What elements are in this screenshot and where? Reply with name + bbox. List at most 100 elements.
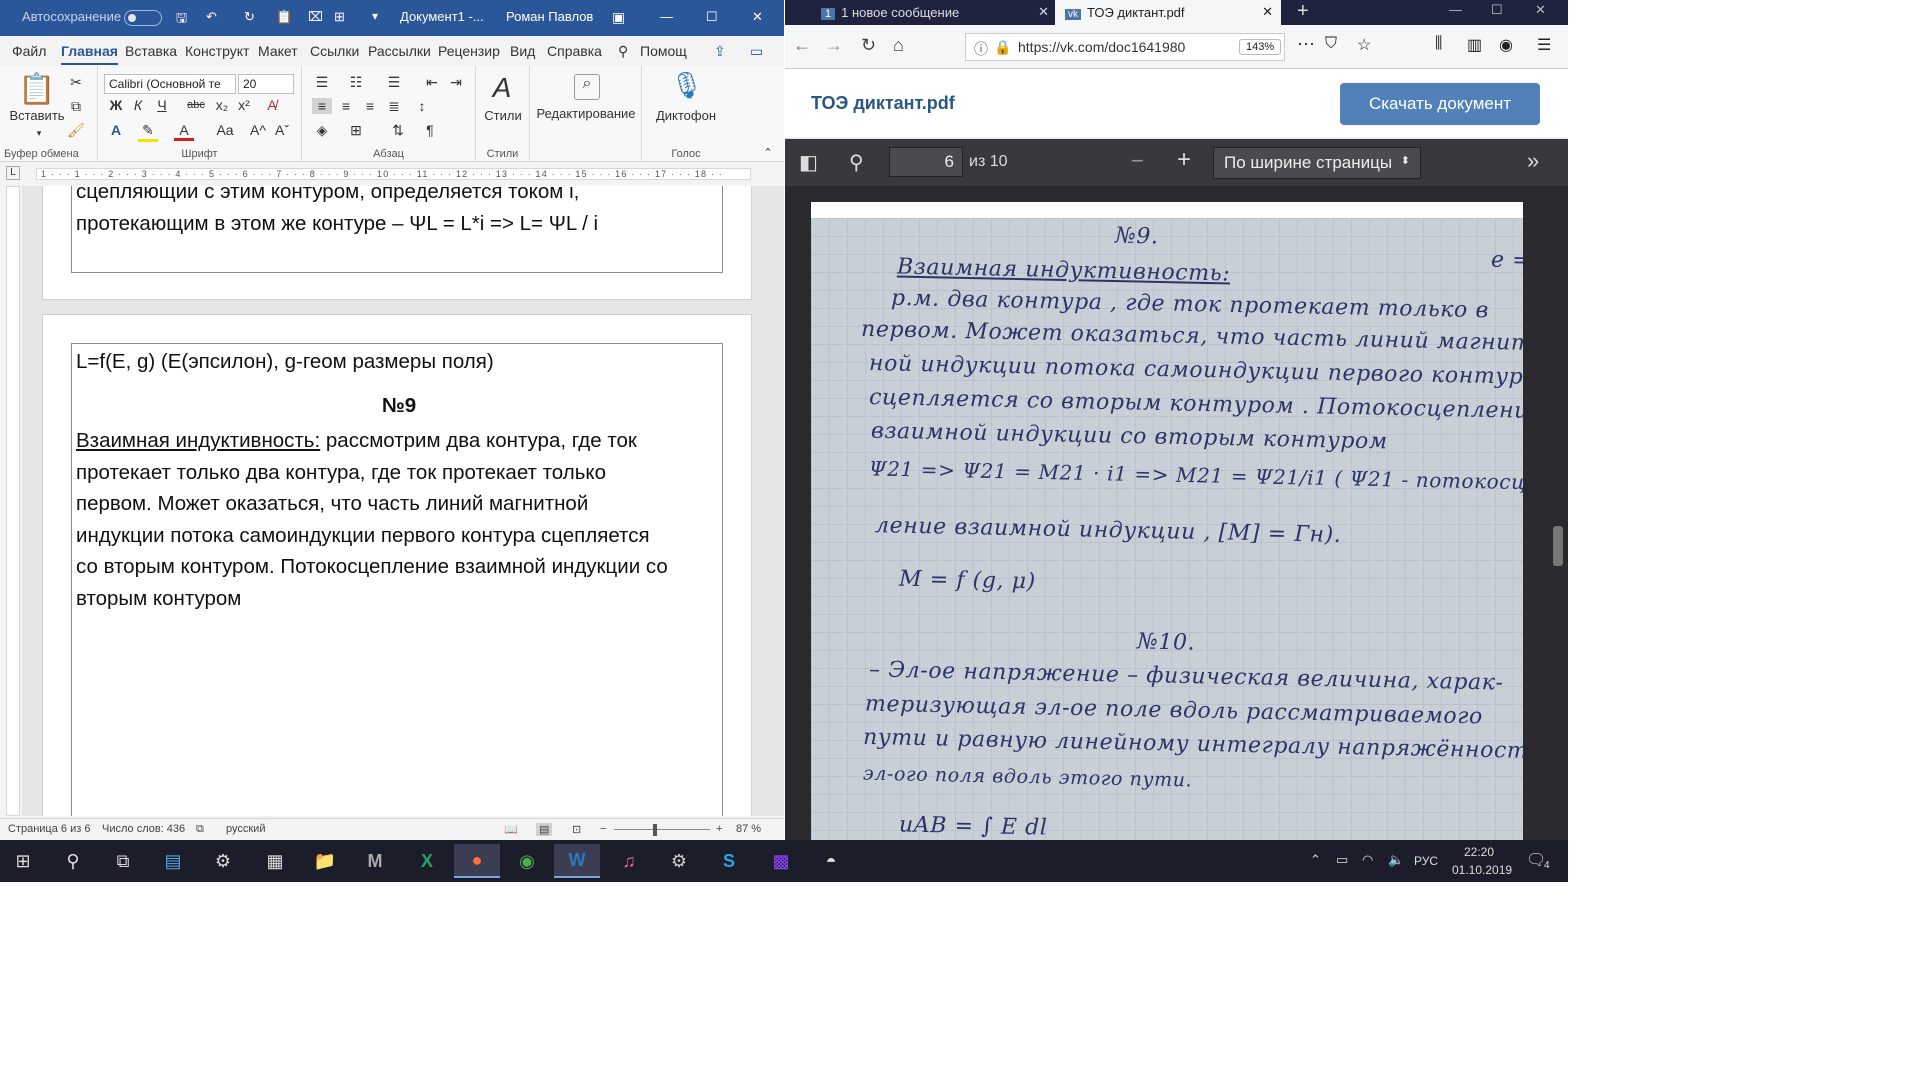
tab-file[interactable]: Файл	[12, 43, 46, 59]
tab-view[interactable]: Вид	[510, 43, 535, 59]
back-icon[interactable]: ←	[793, 35, 811, 56]
maximize-icon[interactable]: ☐	[1491, 2, 1503, 18]
shading-icon[interactable]: ◈	[312, 122, 332, 139]
browser-tab-messages[interactable]: 1 1 новое сообщение ✕	[821, 0, 1057, 25]
font-name-select[interactable]: Calibri (Основной те	[104, 74, 236, 94]
pocket-icon[interactable]: ⛉	[1325, 35, 1337, 53]
reload-icon[interactable]: ↻	[861, 35, 876, 56]
word-icon[interactable]: W	[554, 844, 600, 878]
editing-button[interactable]: Редактирование	[530, 106, 642, 121]
decrease-indent-icon[interactable]: ⇤	[422, 74, 442, 91]
justify-icon[interactable]: ≣	[384, 98, 404, 115]
bullets-icon[interactable]: ☰	[312, 74, 332, 91]
app-icon[interactable]: ◓	[808, 844, 854, 878]
text-box[interactable]: L=f(E, g) (E(эпсилон), g-геом размеры по…	[71, 343, 723, 816]
superscript-icon[interactable]: x²	[234, 97, 254, 113]
maximize-icon[interactable]: ☐	[706, 9, 718, 25]
contacts-icon[interactable]: ▤	[150, 844, 196, 878]
tab-home[interactable]: Главная	[61, 43, 118, 65]
page-actions-icon[interactable]: ···	[1297, 33, 1315, 54]
layout-icon[interactable]: ⊞	[334, 9, 345, 25]
paste-dropdown-icon[interactable]: ▾	[34, 128, 44, 139]
format-painter-icon[interactable]: 🖌	[66, 122, 86, 139]
browser-tab-pdf[interactable]: vk ТОЭ диктант.pdf ✕	[1055, 0, 1281, 25]
task-view-icon[interactable]: ⧉	[100, 844, 146, 878]
line-spacing-icon[interactable]: ↕	[412, 98, 432, 114]
text-effects-icon[interactable]: A	[106, 122, 126, 138]
clock-date[interactable]: 01.10.2019	[1452, 863, 1512, 877]
text-box[interactable]: сцепляющий с этим контуром, определяется…	[71, 186, 723, 273]
read-mode-icon[interactable]: 📖	[504, 823, 518, 836]
skype-icon[interactable]: S	[706, 844, 752, 878]
zoom-badge[interactable]: 143%	[1239, 39, 1282, 55]
format-icon[interactable]: ⌧	[308, 9, 323, 25]
tools-icon[interactable]: »	[1527, 148, 1539, 174]
zoom-level[interactable]: 87 %	[736, 823, 761, 835]
tab-references[interactable]: Ссылки	[310, 43, 359, 59]
pdf-viewer[interactable]: №9. Взаимная индуктивность: р.м. два кон…	[785, 186, 1568, 840]
account-icon[interactable]: ◉	[1499, 35, 1513, 55]
minimize-icon[interactable]: —	[660, 9, 673, 24]
font-size-select[interactable]: 20	[238, 74, 294, 94]
menu-icon[interactable]: ☰	[1537, 35, 1551, 55]
collapse-ribbon-icon[interactable]: ⌃	[758, 146, 778, 159]
clipboard-icon[interactable]: 📋	[276, 9, 292, 25]
tab-design[interactable]: Конструкт	[185, 43, 249, 59]
tab-mailings[interactable]: Рассылки	[368, 43, 431, 59]
close-icon[interactable]: ✕	[1535, 2, 1546, 18]
align-right-icon[interactable]: ≡	[360, 98, 380, 114]
proofing-icon[interactable]: ⧉	[196, 823, 204, 836]
firefox-icon[interactable]: ●	[454, 844, 500, 878]
microphone-icon[interactable]: 🎙	[670, 70, 703, 101]
align-center-icon[interactable]: ≡	[336, 98, 356, 114]
paste-icon[interactable]: 📋	[12, 72, 62, 107]
volume-icon[interactable]: 🔈	[1388, 852, 1404, 868]
numbering-icon[interactable]: ☷	[346, 74, 366, 91]
clear-format-icon[interactable]: A̸	[262, 97, 282, 113]
page-count[interactable]: Страница 6 из 6	[8, 823, 90, 835]
tab-close-icon[interactable]: ✕	[1038, 4, 1049, 20]
sidebar-toggle-icon[interactable]: ◧	[799, 150, 818, 175]
highlight-icon[interactable]: ✎	[138, 122, 158, 142]
borders-icon[interactable]: ⊞	[346, 122, 366, 139]
library-icon[interactable]: ⫼	[1435, 35, 1442, 53]
undo-icon[interactable]: ↶	[206, 9, 217, 25]
zoom-slider-thumb[interactable]	[653, 824, 657, 836]
cut-icon[interactable]: ✂	[66, 74, 86, 91]
subscript-icon[interactable]: x₂	[212, 97, 232, 113]
web-layout-icon[interactable]: ⊡	[572, 823, 581, 836]
tab-review[interactable]: Рецензир	[438, 43, 500, 59]
grow-font-icon[interactable]: A^	[248, 122, 268, 138]
steam-icon[interactable]: ⚙	[656, 844, 702, 878]
home-icon[interactable]: ⌂	[893, 35, 904, 56]
change-case-icon[interactable]: Aa	[210, 122, 240, 138]
dictation-button[interactable]: Диктофон	[648, 108, 724, 123]
show-marks-icon[interactable]: ¶	[420, 122, 440, 138]
url-bar[interactable]: ⓘ 🔒 https://vk.com/doc1641980	[965, 33, 1285, 61]
tab-layout[interactable]: Макет	[258, 43, 298, 59]
font-color-icon[interactable]: A	[174, 122, 194, 141]
scrollbar-thumb[interactable]	[1553, 526, 1563, 566]
user-name[interactable]: Роман Павлов	[506, 9, 593, 24]
shrink-font-icon[interactable]: Aˇ	[272, 122, 292, 138]
calculator-icon[interactable]: ▦	[252, 844, 298, 878]
scale-select[interactable]: По ширине страницы ⬍	[1213, 147, 1421, 179]
comments-icon[interactable]: ▭	[750, 43, 763, 60]
print-layout-icon[interactable]: ▤	[536, 823, 553, 836]
tab-help[interactable]: Справка	[547, 43, 602, 59]
save-icon[interactable]: 🖫	[176, 9, 187, 31]
tab-close-icon[interactable]: ✕	[1262, 4, 1273, 20]
strikethrough-button[interactable]: abc	[186, 99, 206, 111]
page-number-input[interactable]: 6	[889, 147, 963, 177]
close-icon[interactable]: ✕	[752, 9, 763, 25]
copy-icon[interactable]: ⧉	[66, 98, 86, 115]
search-icon[interactable]: ⚲	[50, 844, 96, 878]
zoom-slider[interactable]	[614, 829, 710, 830]
zoom-out-icon[interactable]: −	[600, 823, 606, 835]
bookmark-star-icon[interactable]: ☆	[1357, 35, 1371, 55]
start-icon[interactable]: ⊞	[0, 844, 46, 878]
italic-button[interactable]: К	[128, 97, 148, 113]
tab-insert[interactable]: Вставка	[125, 43, 177, 59]
tray-chevron-icon[interactable]: ⌃	[1310, 852, 1321, 868]
clock-time[interactable]: 22:20	[1464, 845, 1494, 859]
